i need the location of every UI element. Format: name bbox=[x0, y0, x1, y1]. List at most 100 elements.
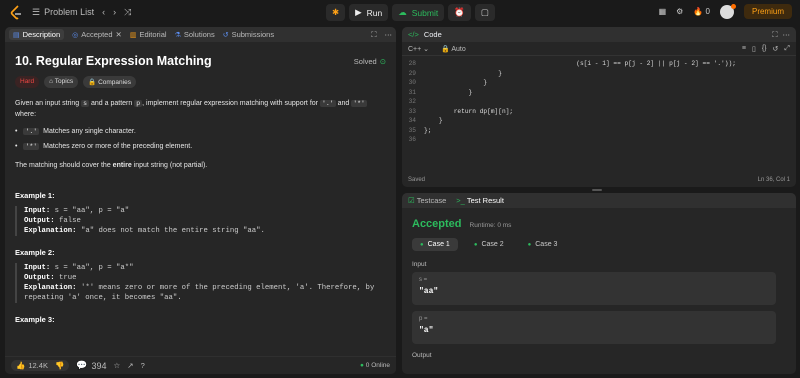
comment-icon: 💬 bbox=[76, 360, 88, 370]
braces-icon[interactable]: {} bbox=[762, 45, 767, 53]
text: and a pattern bbox=[89, 100, 135, 107]
help-icon[interactable]: ? bbox=[141, 361, 145, 370]
auto-toggle[interactable]: 🔒 Auto bbox=[441, 45, 466, 53]
saved-status: Saved bbox=[408, 177, 426, 183]
topics-badge[interactable]: ⌂ Topics bbox=[44, 76, 79, 88]
leetcode-logo[interactable] bbox=[8, 4, 24, 20]
comments-button[interactable]: 💬 394 bbox=[76, 360, 106, 371]
play-icon: ▶ bbox=[355, 7, 362, 17]
example-box: Input: s = "aa", p = "a" Output: false E… bbox=[15, 206, 386, 236]
star-icon[interactable]: ☆ bbox=[114, 361, 121, 370]
bookmark-icon[interactable]: ▯ bbox=[752, 45, 756, 53]
thumbs-down-icon[interactable]: 👎 bbox=[55, 361, 64, 370]
fullscreen-icon[interactable]: ⛶ bbox=[772, 30, 777, 40]
online-status: ● 0 Online bbox=[360, 362, 390, 369]
tab-testcase[interactable]: ☑ Testcase bbox=[408, 196, 446, 205]
tab-description[interactable]: ▤ Description bbox=[9, 29, 65, 40]
text: and bbox=[335, 100, 352, 107]
tab-test-result[interactable]: >_ Test Result bbox=[456, 196, 504, 205]
tab-solutions-label: Solutions bbox=[183, 30, 215, 39]
companies-badge[interactable]: 🔒 Companies bbox=[83, 76, 136, 88]
tab-submissions-label: Submissions bbox=[231, 30, 275, 39]
code-line[interactable]: 29 } bbox=[402, 69, 796, 79]
more-icon[interactable]: ⋯ bbox=[783, 30, 791, 39]
shuffle-icon[interactable]: ⤨ bbox=[124, 7, 131, 18]
language-select[interactable]: C++ ⌄ bbox=[408, 45, 429, 53]
tab-submissions[interactable]: ↺ Submissions bbox=[223, 30, 274, 39]
check-circle-icon: ⊙ bbox=[379, 56, 386, 66]
more-icon[interactable]: ⋯ bbox=[385, 30, 393, 39]
share-icon[interactable]: ↗ bbox=[127, 361, 133, 370]
document-icon: ▤ bbox=[13, 31, 20, 39]
premium-button[interactable]: Premium bbox=[743, 4, 792, 19]
tab-accepted[interactable]: ◎ Accepted ✕ bbox=[72, 30, 122, 39]
list-item: '*'Matches zero or more of the preceding… bbox=[15, 143, 386, 150]
line-number: 32 bbox=[408, 98, 416, 105]
line-number: 28 bbox=[408, 60, 416, 67]
layout-icon[interactable]: ▦ bbox=[659, 7, 667, 16]
case-tab[interactable]: ● Case 2 bbox=[466, 238, 512, 251]
run-button[interactable]: ▶ Run bbox=[349, 4, 389, 21]
bullet-text: Matches any single character. bbox=[43, 128, 136, 135]
variable-value: "a" bbox=[419, 326, 434, 335]
like-button[interactable]: 👍 12.4K 👎 bbox=[11, 360, 70, 371]
companies-label: Companies bbox=[98, 79, 131, 86]
debug-button[interactable]: ✱ bbox=[326, 4, 346, 21]
example-title: Example 2: bbox=[15, 248, 55, 257]
code-text: } bbox=[424, 79, 488, 86]
problem-list-button[interactable]: ☰ Problem List bbox=[32, 7, 94, 18]
code-text: }; bbox=[424, 126, 432, 134]
avatar[interactable] bbox=[719, 3, 736, 19]
text: The matching should cover the bbox=[15, 162, 113, 169]
description-footer: 👍 12.4K 👎 💬 394 ☆ ↗ ? ● 0 Online bbox=[5, 356, 396, 374]
problem-title[interactable]: 10. Regular Expression Matching bbox=[15, 54, 212, 68]
inline-code: p bbox=[134, 100, 143, 107]
inline-code: s bbox=[81, 100, 90, 107]
input-value-box: s = "aa" bbox=[412, 272, 776, 305]
case-label: Case 3 bbox=[535, 241, 558, 248]
code-line[interactable]: 32 bbox=[402, 97, 796, 107]
submit-label: Submit bbox=[411, 7, 439, 18]
notes-button[interactable]: ▢ bbox=[474, 4, 495, 21]
code-line[interactable]: 36 bbox=[402, 135, 796, 145]
case-label: Case 1 bbox=[427, 241, 450, 248]
fullscreen-icon[interactable]: ⛶ bbox=[371, 30, 376, 40]
code-line[interactable]: 30 } bbox=[402, 78, 796, 88]
next-problem-icon[interactable]: › bbox=[113, 7, 116, 17]
gear-icon[interactable]: ⚙ bbox=[676, 7, 683, 16]
run-label: Run bbox=[366, 7, 383, 18]
example-output: false bbox=[59, 217, 81, 225]
runtime: Runtime: 0 ms bbox=[469, 222, 512, 229]
tab-accepted-label: Accepted bbox=[81, 30, 113, 39]
input-value-box: p = "a" bbox=[412, 311, 776, 344]
tab-editorial[interactable]: ▥ Editorial bbox=[130, 30, 167, 39]
solved-status: Solved ⊙ bbox=[354, 57, 386, 66]
code-line[interactable]: 35}; bbox=[402, 126, 796, 136]
code-line[interactable]: 33 return dp[m][n]; bbox=[402, 107, 796, 117]
streak-counter[interactable]: 🔥 0 bbox=[693, 7, 710, 16]
tab-solutions[interactable]: ⚗ Solutions bbox=[175, 30, 215, 39]
code-line[interactable]: 34 } bbox=[402, 116, 796, 126]
code-line[interactable]: 28 (s[i - 1] == p[j - 2] || p[j - 2] == … bbox=[402, 59, 796, 69]
variable-value: "aa" bbox=[419, 287, 439, 296]
case-tab[interactable]: ● Case 1 bbox=[412, 238, 458, 251]
code-line[interactable]: 31 } bbox=[402, 88, 796, 98]
pass-dot-icon: ● bbox=[473, 241, 478, 248]
example-explanation: "a" does not match the entire string "aa… bbox=[80, 227, 265, 235]
line-number: 35 bbox=[408, 126, 416, 134]
reset-icon[interactable]: ↺ bbox=[773, 45, 779, 53]
code-editor[interactable]: 28 (s[i - 1] == p[j - 2] || p[j - 2] == … bbox=[402, 56, 796, 148]
prev-problem-icon[interactable]: ‹ bbox=[102, 7, 105, 17]
code-panel: </> Code ⛶ ⋯ C++ ⌄ 🔒 Auto ≡ ▯ {} ↺ ⤢ 28 … bbox=[402, 27, 796, 187]
panel-resize-handle[interactable] bbox=[592, 189, 602, 191]
expand-icon[interactable]: ⤢ bbox=[784, 45, 790, 53]
streak-count: 0 bbox=[705, 7, 710, 16]
problem-list-label: Problem List bbox=[44, 7, 95, 17]
close-icon[interactable]: ✕ bbox=[116, 30, 122, 39]
text: input string (not partial). bbox=[131, 162, 208, 169]
timer-button[interactable]: ⏰ bbox=[448, 4, 471, 21]
format-icon[interactable]: ≡ bbox=[742, 45, 746, 53]
bullet-text: Matches zero or more of the preceding el… bbox=[43, 143, 193, 150]
submit-button[interactable]: ☁ Submit bbox=[392, 4, 445, 21]
case-tab[interactable]: ● Case 3 bbox=[520, 238, 566, 251]
